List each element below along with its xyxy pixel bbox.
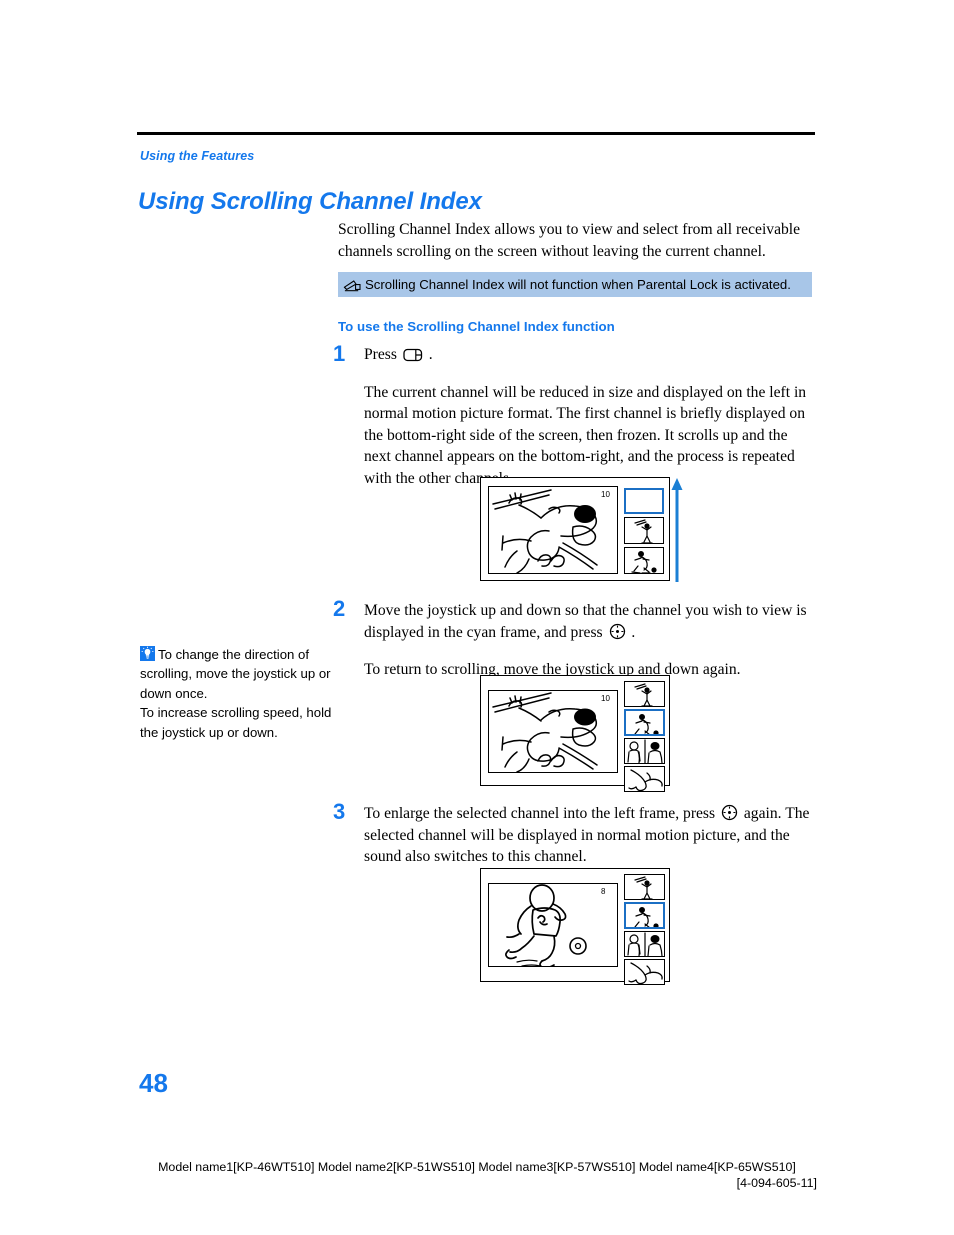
figure-1-thumbnail-1[interactable] [624,488,664,514]
step-2-lead-period: . [631,623,636,641]
golfer-drawing [634,519,653,543]
figure-step-3: 8 [480,868,670,985]
figure-2-thumbnail-3[interactable] [624,738,665,764]
joystick-icon [609,623,625,639]
golfer-drawing [634,683,653,706]
note-text: Scrolling Channel Index will not functio… [365,277,791,292]
page-title: Using Scrolling Channel Index [138,188,482,215]
figure-2-thumbnail-2[interactable] [624,709,665,736]
figure-1-thumbnail-2[interactable] [624,517,664,544]
news-interview-drawing [627,739,663,763]
figure-2-channel-number: 10 [601,694,610,703]
step-content-3: To enlarge the selected channel into the… [364,803,816,868]
golfer-drawing [634,876,653,899]
tip-line-2: To increase scrolling speed, hold the jo… [140,705,332,740]
soccer-player-drawing [634,907,659,927]
news-interview-drawing [627,932,663,956]
figure-1-channel-number: 10 [601,490,610,499]
note-pencil-icon [343,279,361,291]
intro-paragraph: Scrolling Channel Index allows you to vi… [338,221,801,260]
step-2-lead-text: Move the joystick up and down so that th… [364,602,807,641]
section-subheading: To use the Scrolling Channel Index funct… [338,319,615,334]
figure-2-main-image [488,690,618,773]
figure-1-main-image [488,486,618,574]
figure-3-channel-number: 8 [601,887,606,896]
figure-3-thumbnail-4[interactable] [624,959,665,985]
figure-3-main-image [488,883,618,967]
running-head: Using the Features [140,149,255,163]
dolphin-drawing [628,769,663,791]
step-number-3: 3 [333,799,346,824]
step-number-2: 2 [333,596,346,621]
step-3-lead-text: To enlarge the selected channel into the… [364,805,716,822]
document-page: Using the Features Using Scrolling Chann… [0,0,954,1235]
scroll-up-arrow-icon [671,478,683,582]
soccer-player-drawing [634,714,659,734]
baseball-batter-drawing [492,489,598,573]
figure-3-thumbnail-1[interactable] [624,874,665,900]
baseball-batter-drawing [492,692,598,772]
lightbulb-tip-icon [140,646,155,661]
dolphin-drawing [628,962,663,984]
figure-3-thumbnail-3[interactable] [624,931,665,957]
step-1-lead: Press . [364,344,816,366]
footer-models: Model name1[KP-46WT510] Model name2[KP-5… [158,1160,796,1174]
step-2-lead: Move the joystick up and down so that th… [364,600,816,643]
page-number: 48 [139,1068,168,1098]
figure-2-thumbnail-1[interactable] [624,681,665,707]
footer-doc-number: [4-094-605-11] [736,1176,817,1190]
step-content-1: Press . The current channel will be redu… [364,344,816,489]
soccer-player-drawing [631,551,657,573]
step-1-lead-period: . [428,346,433,363]
figure-2-thumbnail-4[interactable] [624,766,665,792]
step-1-lead-text: Press [364,346,397,363]
step-content-2: Move the joystick up and down so that th… [364,600,816,681]
header-rule [137,132,815,135]
figure-step-2: 10 [480,675,670,792]
joystick-icon [721,804,738,821]
step-1-paragraph: The current channel will be reduced in s… [364,383,807,487]
figure-step-1: 10 [480,477,683,582]
step-3-lead: To enlarge the selected channel into the… [364,803,816,868]
tip-line-1: To change the direction of scrolling, mo… [140,647,331,701]
tip-callout: To change the direction of scrolling, mo… [140,645,336,742]
soccer-player-drawing [505,884,587,966]
figure-3-thumbnail-2[interactable] [624,902,665,929]
index-button-icon [403,348,422,362]
step-3-lead-after: again. [743,805,782,822]
note-callout: Scrolling Channel Index will not functio… [338,272,812,297]
figure-1-thumbnail-3[interactable] [624,547,664,574]
step-number-1: 1 [333,341,346,366]
